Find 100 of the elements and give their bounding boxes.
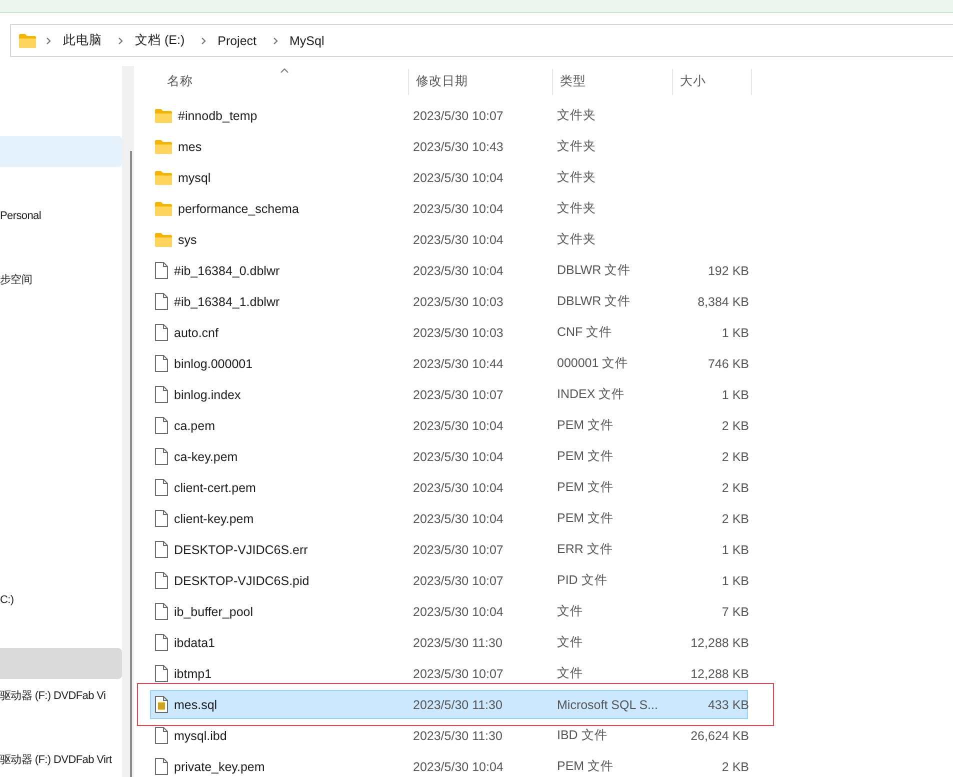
- file-icon: [155, 603, 168, 620]
- modified-date: 2023/5/30 10:03: [413, 326, 504, 340]
- file-row[interactable]: auto.cnf 2023/5/30 10:03 CNF 文件 1 KB: [150, 318, 748, 347]
- file-size: 2 KB: [722, 480, 749, 494]
- file-row[interactable]: ca.pem 2023/5/30 10:04 PEM 文件 2 KB: [150, 411, 748, 440]
- file-row[interactable]: ibdata1 2023/5/30 11:30 文件 12,288 KB: [150, 628, 748, 657]
- file-row[interactable]: client-key.pem 2023/5/30 10:04 PEM 文件 2 KB: [150, 504, 748, 533]
- file-row[interactable]: performance_schema 2023/5/30 10:04 文件夹: [150, 194, 748, 223]
- breadcrumb-item[interactable]: Project: [212, 34, 263, 48]
- file-icon: [155, 541, 168, 558]
- file-icon: [155, 448, 168, 465]
- file-size: 7 KB: [722, 604, 749, 618]
- file-row[interactable]: #innodb_temp 2023/5/30 10:07 文件夹: [150, 101, 748, 130]
- file-row[interactable]: mysql 2023/5/30 10:04 文件夹: [150, 163, 748, 192]
- breadcrumb-item[interactable]: MySql: [284, 34, 330, 48]
- file-row[interactable]: ibtmp1 2023/5/30 10:07 文件 12,288 KB: [150, 659, 748, 688]
- file-type: 文件: [557, 604, 583, 618]
- sidebar-item[interactable]: [0, 648, 122, 679]
- modified-date: 2023/5/30 11:30: [413, 698, 502, 712]
- modified-date: 2023/5/30 11:30: [413, 728, 502, 742]
- chevron-icon: [118, 36, 123, 44]
- file-name: client-cert.pem: [174, 480, 256, 494]
- modified-date: 2023/5/30 10:07: [413, 388, 504, 402]
- file-name: binlog.index: [174, 388, 241, 402]
- file-type: 文件夹: [557, 139, 596, 153]
- file-icon: [155, 634, 168, 651]
- breadcrumb-item[interactable]: 此电脑: [57, 32, 108, 49]
- file-type: PEM 文件: [557, 418, 614, 432]
- file-type: DBLWR 文件: [557, 263, 631, 277]
- file-size: 2 KB: [722, 760, 749, 774]
- file-name: ibtmp1: [174, 666, 212, 680]
- file-icon: [155, 293, 168, 310]
- file-row[interactable]: mes.sql 2023/5/30 11:30 Microsoft SQL S... 433 KB: [150, 690, 748, 719]
- file-name: sys: [178, 232, 197, 246]
- file-type: CNF 文件: [557, 325, 612, 339]
- file-type: PEM 文件: [557, 511, 614, 525]
- file-size: 1 KB: [722, 326, 749, 340]
- sidebar-item[interactable]: [0, 136, 122, 167]
- file-type: IBD 文件: [557, 728, 608, 742]
- file-icon: [155, 262, 168, 279]
- file-row[interactable]: DESKTOP-VJIDC6S.err 2023/5/30 10:07 ERR 文件 1 KB: [150, 535, 748, 564]
- file-type: PEM 文件: [557, 480, 614, 494]
- file-name: ibdata1: [174, 636, 216, 650]
- modified-date: 2023/5/30 10:07: [413, 108, 504, 122]
- file-row[interactable]: #ib_16384_0.dblwr 2023/5/30 10:04 DBLWR 文件 192 KB: [150, 256, 748, 285]
- file-row[interactable]: sys 2023/5/30 10:04 文件夹: [150, 225, 748, 254]
- column-header[interactable]: 名称: [167, 73, 193, 90]
- breadcrumb-item[interactable]: 文档 (E:): [129, 32, 191, 49]
- sidebar-item[interactable]: 驱动器 (F:) DVDFab Virt: [0, 744, 122, 775]
- modified-date: 2023/5/30 11:30: [413, 636, 502, 650]
- file-size: 1 KB: [722, 542, 749, 556]
- file-name: performance_schema: [178, 202, 299, 216]
- file-size: 433 KB: [708, 698, 749, 712]
- modified-date: 2023/5/30 10:04: [413, 450, 504, 464]
- sidebar-item[interactable]: C:): [0, 584, 122, 615]
- file-row[interactable]: ca-key.pem 2023/5/30 10:04 PEM 文件 2 KB: [150, 442, 748, 471]
- scrollbar-thumb[interactable]: [130, 151, 132, 777]
- modified-date: 2023/5/30 10:04: [413, 264, 504, 278]
- file-name: mes: [178, 140, 202, 154]
- folder-icon: [19, 34, 36, 48]
- sidebar-item[interactable]: 驱动器 (F:) DVDFab Vi: [0, 680, 122, 711]
- file-type: 文件夹: [557, 108, 596, 122]
- file-icon: [155, 417, 168, 434]
- column-header[interactable]: 类型: [560, 73, 586, 90]
- file-row[interactable]: ib_buffer_pool 2023/5/30 10:04 文件 7 KB: [150, 597, 748, 626]
- file-icon: [155, 355, 168, 372]
- modified-date: 2023/5/30 10:43: [413, 140, 504, 154]
- file-row[interactable]: mes 2023/5/30 10:43 文件夹: [150, 132, 748, 161]
- file-row[interactable]: #ib_16384_1.dblwr 2023/5/30 10:03 DBLWR 文件 8,384 KB: [150, 287, 748, 316]
- modified-date: 2023/5/30 10:03: [413, 294, 504, 308]
- sort-caret-icon: [280, 68, 289, 73]
- column-header[interactable]: 修改日期: [416, 73, 468, 90]
- modified-date: 2023/5/30 10:04: [413, 232, 504, 246]
- file-type: 000001 文件: [557, 356, 628, 370]
- file-row[interactable]: binlog.index 2023/5/30 10:07 INDEX 文件 1 KB: [150, 380, 748, 409]
- address-bar[interactable]: 此电脑 文档 (E:) Project MySql: [10, 24, 953, 57]
- file-row[interactable]: DESKTOP-VJIDC6S.pid 2023/5/30 10:07 PID 文件 1 KB: [150, 566, 748, 595]
- file-name: ca-key.pem: [174, 450, 238, 464]
- modified-date: 2023/5/30 10:04: [413, 604, 504, 618]
- file-name: client-key.pem: [174, 512, 254, 526]
- column-header[interactable]: 大小: [680, 73, 706, 90]
- file-type: DBLWR 文件: [557, 294, 631, 308]
- file-row[interactable]: private_key.pem 2023/5/30 10:04 PEM 文件 2 KB: [150, 752, 748, 777]
- sidebar-item[interactable]: Personal: [0, 200, 122, 231]
- file-row[interactable]: binlog.000001 2023/5/30 10:44 000001 文件 746 KB: [150, 349, 748, 378]
- modified-date: 2023/5/30 10:04: [413, 202, 504, 216]
- file-type: PEM 文件: [557, 449, 614, 463]
- file-name: ib_buffer_pool: [174, 604, 254, 618]
- file-size: 2 KB: [722, 418, 749, 432]
- file-type: Microsoft SQL S...: [557, 698, 658, 712]
- chevron-icon: [200, 36, 206, 44]
- file-size: 1 KB: [722, 388, 749, 402]
- modified-date: 2023/5/30 10:04: [413, 512, 504, 526]
- file-name: DESKTOP-VJIDC6S.pid: [174, 574, 310, 588]
- file-icon: [155, 758, 168, 775]
- file-name: mysql.ibd: [174, 728, 227, 742]
- folder-icon: [155, 202, 172, 216]
- file-row[interactable]: client-cert.pem 2023/5/30 10:04 PEM 文件 2 KB: [150, 473, 748, 502]
- sidebar-item[interactable]: 步空间: [0, 264, 122, 295]
- file-row[interactable]: mysql.ibd 2023/5/30 11:30 IBD 文件 26,624 KB: [150, 721, 748, 750]
